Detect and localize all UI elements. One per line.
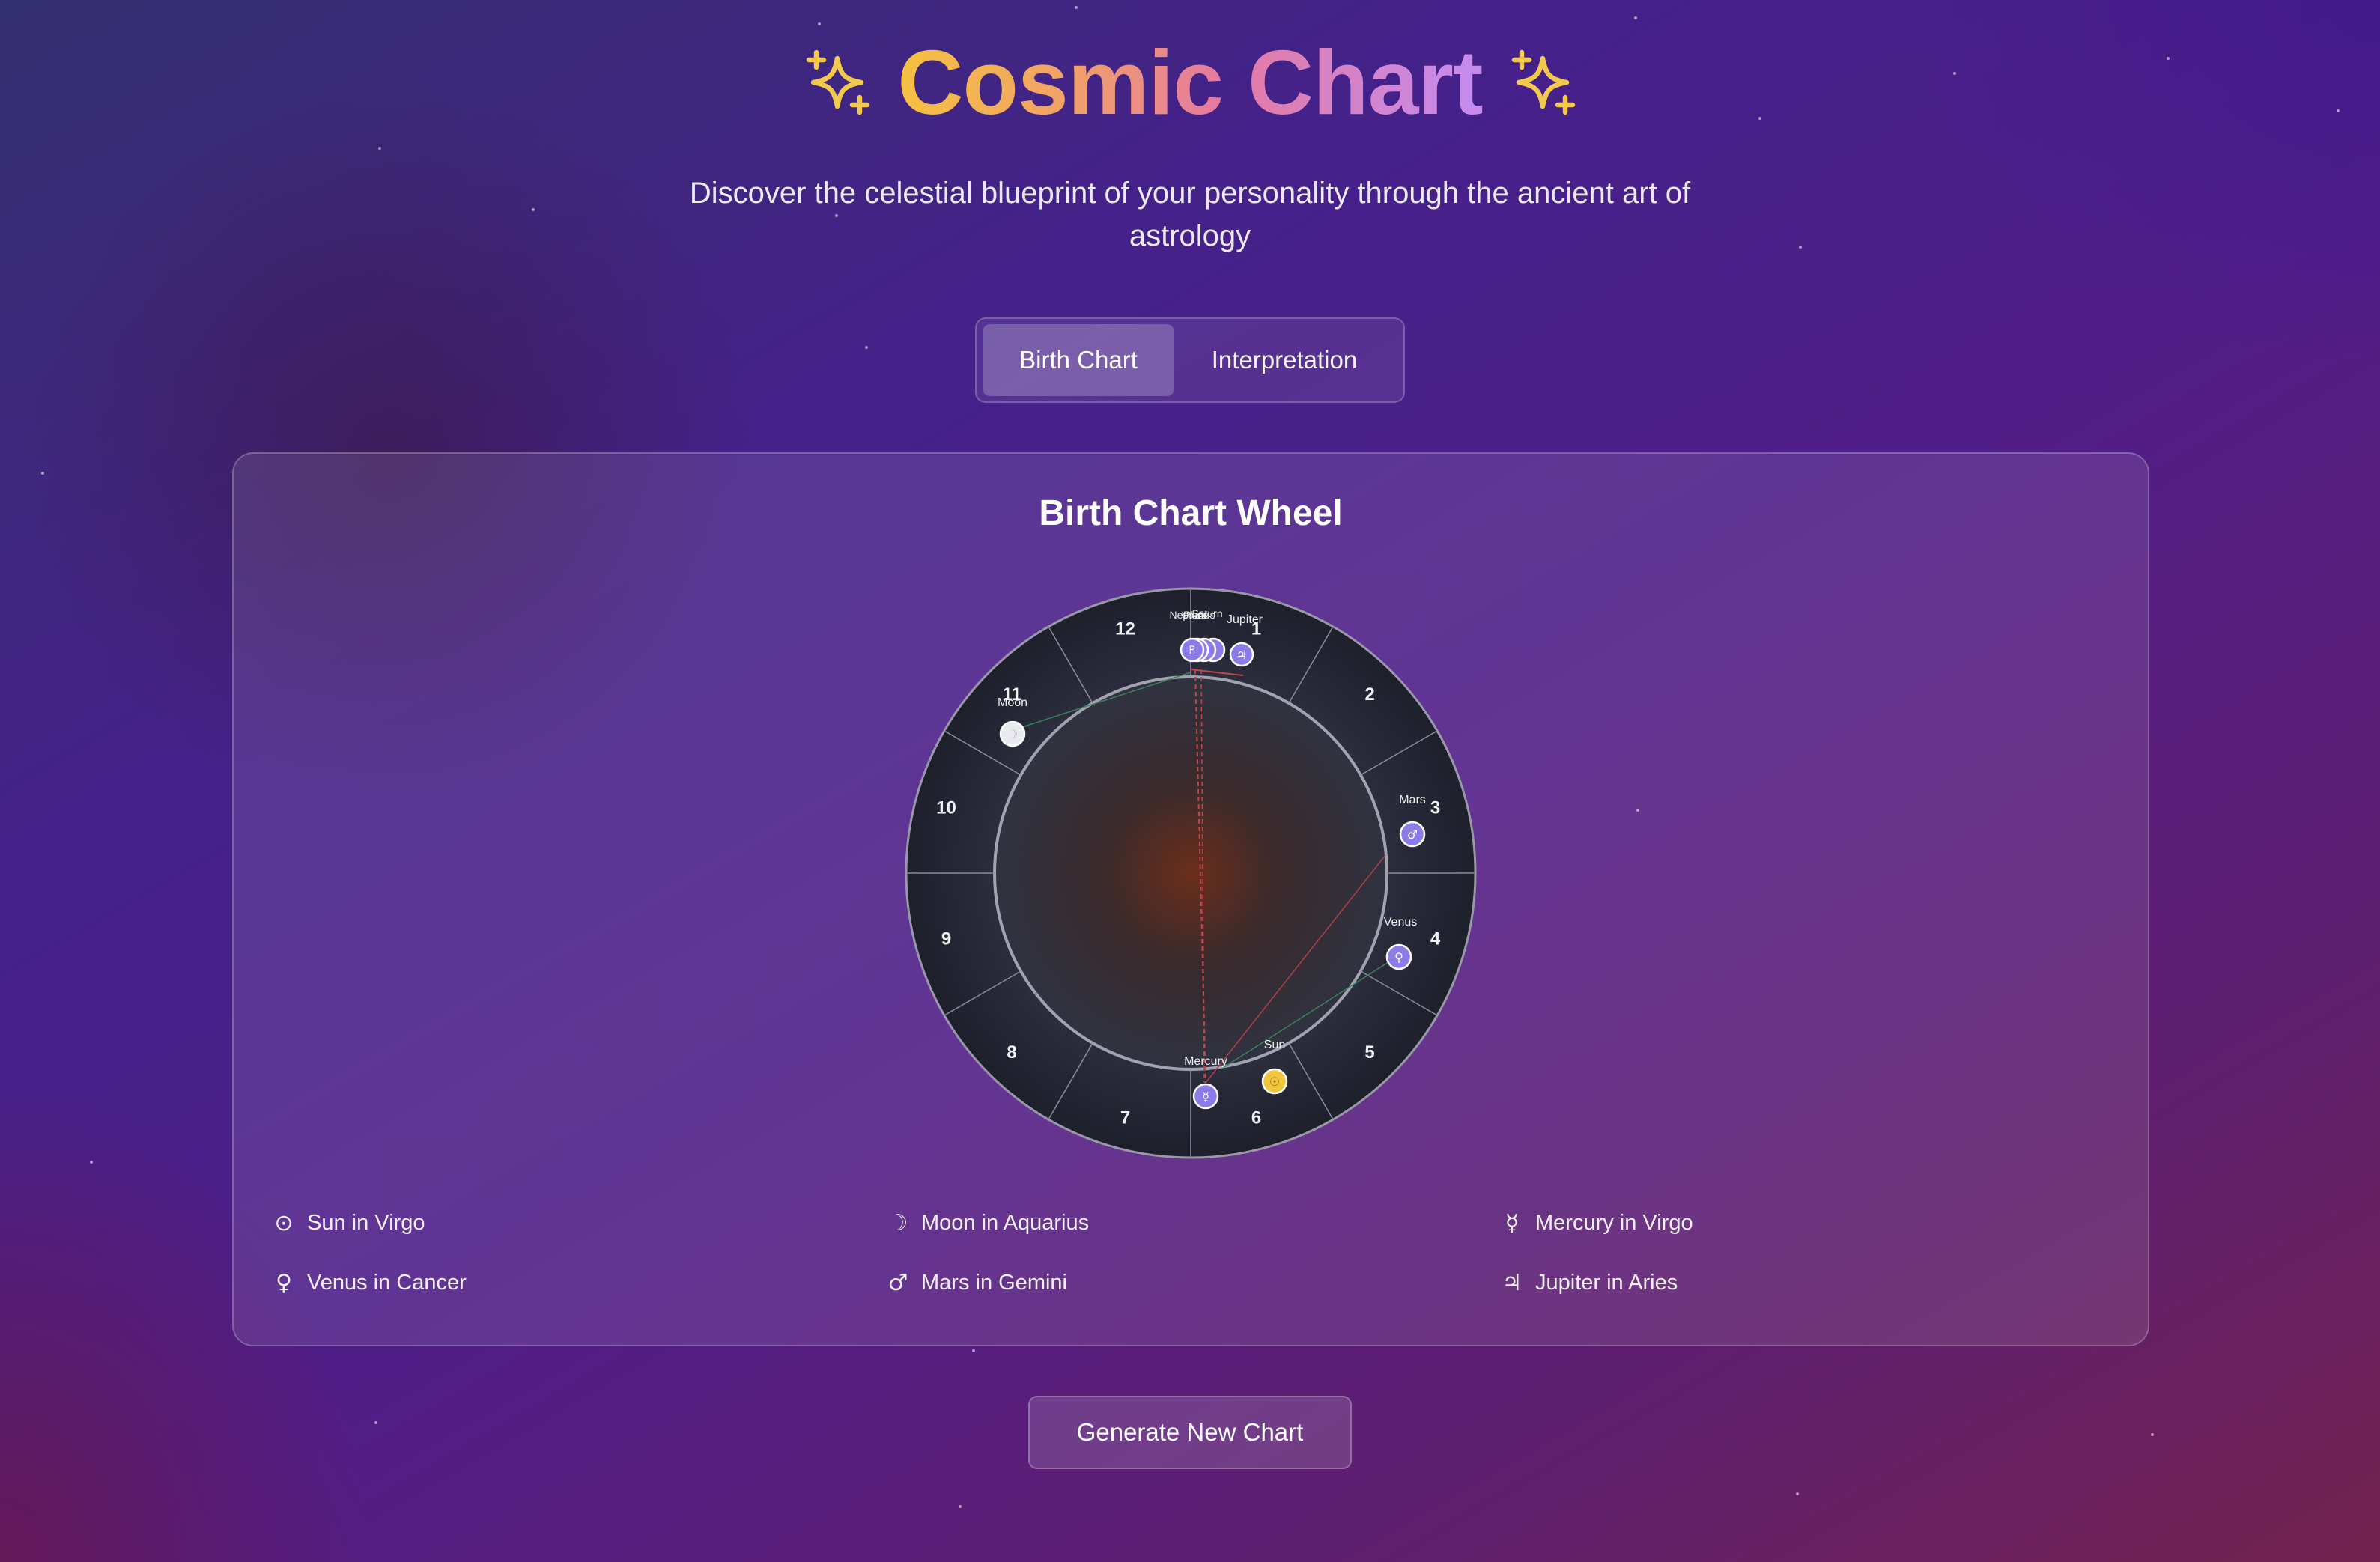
svg-text:♃: ♃ [1236, 648, 1247, 662]
planet-label: Mars [1399, 794, 1426, 806]
view-tabs: Birth Chart Interpretation [975, 317, 1405, 403]
placement-text: Mercury in Virgo [1535, 1211, 1693, 1235]
sparkles-icon [807, 49, 870, 115]
house-number: 8 [1007, 1042, 1016, 1063]
house-number: 6 [1251, 1108, 1261, 1128]
planet-label: Venus [1384, 916, 1417, 929]
svg-text:♀: ♀ [1394, 950, 1403, 964]
svg-text:♇: ♇ [1187, 643, 1197, 657]
house-number: 5 [1364, 1042, 1374, 1063]
placement-item: ⊙ Sun in Virgo [271, 1210, 425, 1236]
planet-mars[interactable]: ♂ [1399, 821, 1426, 848]
mars-icon: ♂ [887, 1270, 908, 1296]
tab-interpretation[interactable]: Interpretation [1174, 324, 1394, 396]
placement-item: ☿ Mercury in Virgo [1499, 1210, 1693, 1236]
house-number: 3 [1430, 798, 1440, 818]
venus-icon: ♀ [276, 1270, 292, 1296]
planet-moon[interactable]: ☽ [999, 720, 1026, 747]
planet-label: Saturn [1191, 607, 1222, 619]
inner-circle [993, 675, 1388, 1071]
house-number: 4 [1430, 929, 1441, 949]
moon-icon: ☽ [887, 1210, 908, 1236]
generate-new-chart-button[interactable]: Generate New Chart [1028, 1396, 1352, 1469]
planet-label: Moon [998, 696, 1027, 709]
svg-text:♂: ♂ [1407, 827, 1418, 842]
house-number: 10 [936, 798, 956, 818]
planet-jupiter[interactable]: ♃ [1229, 642, 1254, 667]
card-title: Birth Chart Wheel [1039, 493, 1343, 533]
svg-text:☿: ☿ [1202, 1090, 1209, 1104]
placement-text: Moon in Aquarius [921, 1211, 1090, 1235]
tab-birth-chart[interactable]: Birth Chart [983, 324, 1174, 396]
mercury-icon: ☿ [1505, 1210, 1520, 1236]
page-subtitle: Discover the celestial blueprint of your… [689, 177, 1691, 252]
placement-text: Jupiter in Aries [1535, 1271, 1678, 1295]
house-number: 7 [1120, 1108, 1130, 1128]
planet-venus[interactable]: ♀ [1385, 943, 1412, 970]
placement-text: Mars in Gemini [921, 1271, 1067, 1295]
birth-chart-wheel: 123456789101112 Pluto Uranus Neptune Sat… [905, 587, 1477, 1159]
planet-mercury[interactable]: ☿ [1192, 1083, 1219, 1110]
birth-chart-card: Birth Chart Wheel 1 2 3 4 5 6 7 8 9 10 11 12 [232, 452, 2149, 1346]
placement-item: ☽ Moon in Aquarius [885, 1210, 1090, 1236]
page-header: Cosmic Chart Discover the celestial blue… [0, 30, 2380, 258]
placement-text: Venus in Cancer [307, 1271, 467, 1295]
page-title: Cosmic Chart [897, 31, 1483, 133]
sparkles-icon [1511, 49, 1575, 115]
sun-icon: ⊙ [274, 1210, 294, 1236]
planet-label: Mercury [1184, 1055, 1227, 1068]
house-number: 2 [1364, 684, 1374, 705]
svg-text:☽: ☽ [1007, 727, 1018, 741]
placement-item: ♂ Mars in Gemini [885, 1270, 1067, 1296]
placement-text: Sun in Virgo [307, 1211, 425, 1235]
planet-pluto[interactable]: ♇ [1180, 637, 1205, 663]
placement-item: ♃ Jupiter in Aries [1499, 1270, 1678, 1296]
house-number: 9 [941, 929, 951, 949]
placement-item: ♀ Venus in Cancer [271, 1270, 467, 1296]
planet-label: Jupiter [1227, 613, 1263, 626]
planet-label: Sun [1264, 1039, 1285, 1051]
house-number: 12 [1115, 619, 1135, 639]
svg-text:☉: ☉ [1269, 1075, 1280, 1089]
planet-sun[interactable]: ☉ [1261, 1068, 1288, 1095]
jupiter-icon: ♃ [1502, 1270, 1523, 1296]
